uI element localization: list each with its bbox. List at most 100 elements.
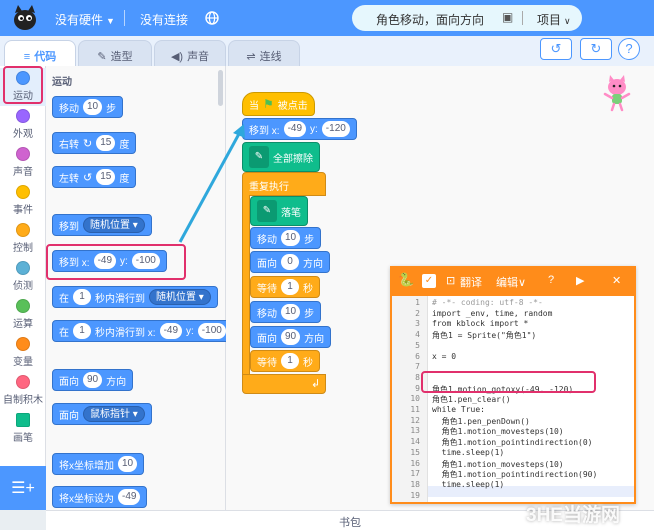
block-point-direction-script[interactable]: 面向 90 方向 [250,326,332,348]
code-line[interactable]: time.sleep(1) [432,480,505,489]
category-looks[interactable]: 外观 [0,106,46,144]
block-pen-clear[interactable]: ✎ 全部擦除 [242,142,320,172]
block-point-in-direction[interactable]: 面向 90 方向 [52,369,134,391]
globe-icon[interactable] [205,11,219,25]
code-line[interactable]: 角色1.pen_clear() [432,394,511,405]
line-number: 2 [415,308,420,318]
connection-status[interactable]: 没有连接 [140,11,188,28]
block-when-flag-clicked[interactable]: 当 ⚑ 被点击 [242,92,315,116]
close-icon[interactable]: ✕ [612,274,621,287]
seconds-input[interactable]: 1 [281,279,299,295]
category-operators[interactable]: 运算 [0,296,46,334]
block-forever[interactable]: 重复执行 [242,172,326,196]
help-button[interactable]: ? [618,38,640,60]
tab-link[interactable]: ⇌ 连线 [228,40,300,66]
code-line[interactable]: # -*- coding: utf-8 -*- [432,298,543,307]
line-number: 17 [410,469,420,479]
steps-input[interactable]: 10 [281,230,301,246]
degrees-input[interactable]: 15 [96,169,116,185]
block-move-steps[interactable]: 移动 10 步 [52,96,124,118]
category-label: 控制 [13,243,33,254]
block-set-x[interactable]: 将x坐标设为 -49 [52,486,148,508]
edit-menu[interactable]: 编辑∨ [496,274,526,290]
help-icon[interactable]: ? [548,274,554,286]
block-text: 右转 [59,139,79,151]
block-glide-to-target[interactable]: 在 1 秒内滑行到 随机位置 ▾ [52,286,218,308]
undo-button[interactable]: ↺ [540,38,572,60]
tab-costumes[interactable]: ✎ 造型 [78,40,152,66]
add-extension-button[interactable]: ☰+ [0,466,46,510]
code-line[interactable]: x = 0 [432,352,456,361]
block-wait-script[interactable]: 等待 1 秒 [250,276,320,298]
category-sensing[interactable]: 侦测 [0,258,46,296]
run-icon[interactable]: ▶ [576,274,584,287]
tab-sounds-label: 声音 [187,51,210,63]
target-dropdown[interactable]: 随机位置 ▾ [83,217,145,233]
checkbox-icon[interactable]: ✓ [422,274,436,288]
code-line[interactable]: 角色1 = Sprite("角色1") [432,330,536,341]
direction-input[interactable]: 90 [83,372,103,388]
save-icon[interactable]: ▣ [502,10,513,24]
block-turn-right[interactable]: 右转 ↻ 15 度 [52,132,137,154]
block-pen-down[interactable]: ✎ 落笔 [250,196,308,226]
tab-code-label: 代码 [34,51,57,63]
project-title-bar: 角色移动，面向方向 ▣ 项目 ∨ [352,5,582,31]
x-input[interactable]: -49 [159,323,183,339]
code-line[interactable]: import _env, time, random [432,309,552,318]
block-change-x[interactable]: 将x坐标增加 10 [52,453,145,475]
block-move-steps-script[interactable]: 移动 10 步 [250,227,322,249]
block-wait-script[interactable]: 等待 1 秒 [250,350,320,372]
y-input[interactable]: -120 [321,121,350,137]
block-glide-to-xy[interactable]: 在 1 秒内滑行到 x: -49 y: -100 [52,320,226,342]
target-dropdown[interactable]: 鼠标指针 ▾ [83,406,145,422]
seconds-input[interactable]: 1 [73,289,91,305]
redo-button[interactable]: ↻ [580,38,612,60]
project-menu[interactable]: 项目 ∨ [537,11,571,28]
palette-scrollbar[interactable] [218,70,223,106]
steps-input[interactable]: 10 [281,304,301,320]
block-turn-left[interactable]: 左转 ↺ 15 度 [52,166,137,188]
category-variables[interactable]: 变量 [0,334,46,372]
block-move-steps-script[interactable]: 移动 10 步 [250,301,322,323]
target-dropdown[interactable]: 随机位置 ▾ [149,289,211,305]
cat-logo-icon[interactable] [10,3,40,33]
block-goto-target[interactable]: 移到 随机位置 ▾ [52,214,152,236]
category-events[interactable]: 事件 [0,182,46,220]
seconds-input[interactable]: 1 [73,323,91,339]
direction-input[interactable]: 90 [281,329,301,345]
sprite-thumbnail[interactable] [600,72,634,112]
category-pen[interactable]: 画笔 [0,410,46,448]
y-input[interactable]: -100 [197,323,226,339]
value-input[interactable]: -49 [118,489,141,505]
dropdown-value: 鼠标指针 [90,409,130,420]
code-line[interactable]: 角色1.motion_pointindirection(90) [432,469,598,480]
block-point-direction-script[interactable]: 面向 0 方向 [250,251,330,273]
category-my-blocks[interactable]: 自制积木 [0,372,46,410]
hardware-menu[interactable]: 没有硬件 ▼ [55,11,115,28]
code-line[interactable]: while True: [432,405,485,414]
block-point-towards[interactable]: 面向 鼠标指针 ▾ [52,403,152,425]
code-line[interactable]: 角色1.motion_movesteps(10) [432,459,564,470]
translate-button[interactable]: 翻译 [460,274,482,290]
seconds-input[interactable]: 1 [281,353,299,369]
line-number: 15 [410,447,420,457]
code-line[interactable]: time.sleep(1) [432,448,505,457]
line-number: 18 [410,479,420,489]
degrees-input[interactable]: 15 [96,135,116,151]
project-name[interactable]: 角色移动，面向方向 [376,11,484,28]
tab-code[interactable]: ≡ 代码 [4,40,76,66]
block-goto-xy-script[interactable]: 移到 x: -49 y: -120 [242,118,357,140]
category-control[interactable]: 控制 [0,220,46,258]
value-input[interactable]: 10 [118,456,138,472]
block-text: 落笔 [281,207,301,219]
code-line[interactable]: 角色1.pen_penDown() [432,416,530,427]
tab-sounds[interactable]: ◀) 声音 [154,40,226,66]
steps-input[interactable]: 10 [83,99,103,115]
line-number: 14 [410,437,420,447]
code-line[interactable]: 角色1.motion_pointindirection(0) [432,437,593,448]
category-sound[interactable]: 声音 [0,144,46,182]
direction-input[interactable]: 0 [281,254,299,270]
code-line[interactable]: 角色1.motion_movesteps(10) [432,426,564,437]
x-input[interactable]: -49 [283,121,307,137]
code-line[interactable]: from kblock import * [432,319,528,328]
